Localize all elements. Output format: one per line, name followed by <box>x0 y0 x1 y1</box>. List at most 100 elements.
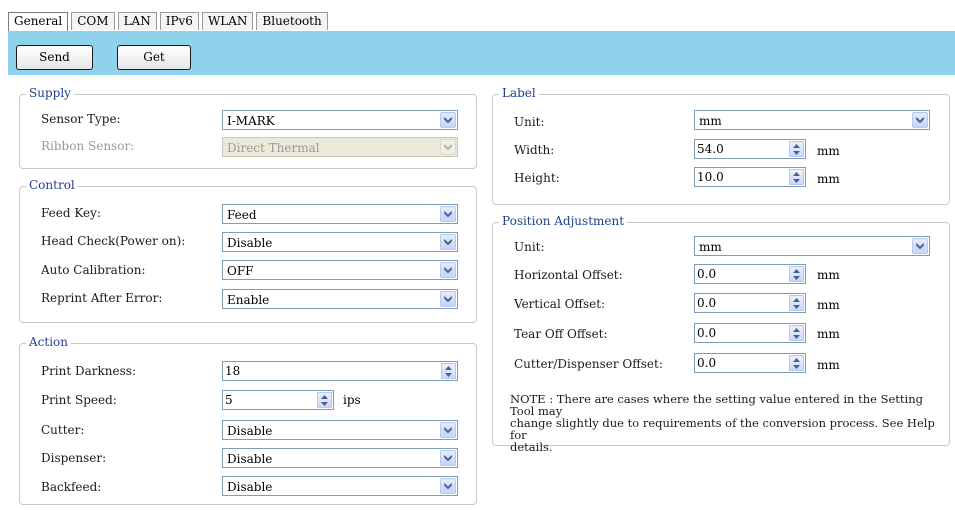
head-check-select[interactable]: Disable <box>222 232 458 252</box>
label-width-stepper[interactable]: 54.0 <box>694 139 806 159</box>
note-line: details. <box>510 440 553 454</box>
chevron-down-icon[interactable] <box>912 112 928 128</box>
reprint-after-error-value: Enable <box>227 293 270 307</box>
sensor-type-label: Sensor Type: <box>41 112 121 126</box>
tab-bluetooth[interactable]: Bluetooth <box>256 12 328 30</box>
print-darkness-stepper[interactable]: 18 <box>222 361 458 381</box>
print-speed-unit: ips <box>343 393 361 407</box>
tab-wlan[interactable]: WLAN <box>201 12 254 30</box>
chevron-down-icon[interactable] <box>440 291 456 307</box>
label-title: Label <box>499 86 539 100</box>
chevron-down-icon[interactable] <box>440 234 456 250</box>
label-height-unit: mm <box>817 172 840 186</box>
cutter-label: Cutter: <box>41 423 85 437</box>
sensor-type-value: I-MARK <box>227 114 275 128</box>
chevron-down-icon <box>440 139 456 155</box>
stepper-arrows-icon[interactable] <box>789 141 804 157</box>
label-height-stepper[interactable]: 10.0 <box>694 167 806 187</box>
print-darkness-label: Print Darkness: <box>41 364 136 378</box>
tear-off-offset-stepper[interactable]: 0.0 <box>694 323 806 343</box>
vertical-offset-value: 0.0 <box>697 296 717 310</box>
cutter-dispenser-offset-label: Cutter/Dispenser Offset: <box>514 357 663 371</box>
horizontal-offset-stepper[interactable]: 0.0 <box>694 264 806 284</box>
chevron-down-icon[interactable] <box>440 478 456 494</box>
sensor-type-select[interactable]: I-MARK <box>222 110 458 130</box>
stepper-arrows-icon[interactable] <box>789 325 804 341</box>
backfeed-value: Disable <box>227 480 273 494</box>
position-unit-value: mm <box>699 240 722 254</box>
stepper-arrows-icon[interactable] <box>789 355 804 371</box>
horizontal-offset-label: Horizontal Offset: <box>514 268 623 282</box>
supply-title: Supply <box>26 86 74 100</box>
note-line: NOTE : There are cases where the setting… <box>510 392 923 418</box>
get-button[interactable]: Get <box>117 45 191 70</box>
stepper-arrows-icon[interactable] <box>789 266 804 282</box>
label-width-unit: mm <box>817 144 840 158</box>
tab-ipv6[interactable]: IPv6 <box>159 12 199 30</box>
chevron-down-icon[interactable] <box>440 450 456 466</box>
stepper-arrows-icon[interactable] <box>789 169 804 185</box>
position-unit-label: Unit: <box>514 240 545 254</box>
print-speed-stepper[interactable]: 5 <box>222 390 334 410</box>
supply-group: Supply <box>19 86 477 169</box>
cutter-dispenser-offset-stepper[interactable]: 0.0 <box>694 353 806 373</box>
action-title: Action <box>26 335 71 349</box>
tab-bar: General COM LAN IPv6 WLAN Bluetooth <box>8 12 331 31</box>
label-height-value: 10.0 <box>697 170 724 184</box>
tab-general[interactable]: General <box>8 12 69 31</box>
auto-calibration-label: Auto Calibration: <box>41 263 146 277</box>
cutter-dispenser-offset-value: 0.0 <box>697 356 717 370</box>
stepper-arrows-icon[interactable] <box>317 392 332 408</box>
conversion-note: NOTE : There are cases where the setting… <box>510 393 940 453</box>
horizontal-offset-value: 0.0 <box>697 267 717 281</box>
send-button[interactable]: Send <box>16 45 93 70</box>
toolbar: Send Get <box>8 31 955 75</box>
horizontal-offset-unit: mm <box>817 268 840 282</box>
chevron-down-icon[interactable] <box>912 238 928 254</box>
label-width-value: 54.0 <box>697 142 724 156</box>
chevron-down-icon[interactable] <box>440 262 456 278</box>
chevron-down-icon[interactable] <box>440 206 456 222</box>
print-speed-label: Print Speed: <box>41 393 117 407</box>
vertical-offset-stepper[interactable]: 0.0 <box>694 293 806 313</box>
vertical-offset-unit: mm <box>817 298 840 312</box>
label-unit-label: Unit: <box>514 115 545 129</box>
reprint-after-error-select[interactable]: Enable <box>222 289 458 309</box>
vertical-offset-label: Vertical Offset: <box>514 297 606 311</box>
tab-lan[interactable]: LAN <box>117 12 157 30</box>
backfeed-select[interactable]: Disable <box>222 476 458 496</box>
chevron-down-icon[interactable] <box>440 422 456 438</box>
label-width-label: Width: <box>514 143 555 157</box>
tear-off-offset-value: 0.0 <box>697 326 717 340</box>
label-unit-value: mm <box>699 114 722 128</box>
print-speed-value: 5 <box>225 393 233 407</box>
auto-calibration-value: OFF <box>227 264 254 278</box>
chevron-down-icon[interactable] <box>440 112 456 128</box>
feed-key-select[interactable]: Feed <box>222 204 458 224</box>
stepper-arrows-icon[interactable] <box>441 363 456 379</box>
ribbon-sensor-value: Direct Thermal <box>227 141 320 155</box>
print-darkness-value: 18 <box>225 364 241 378</box>
dispenser-value: Disable <box>227 452 273 466</box>
dispenser-label: Dispenser: <box>41 451 107 465</box>
note-line: change slightly due to requirements of t… <box>510 416 935 442</box>
head-check-value: Disable <box>227 236 273 250</box>
feed-key-label: Feed Key: <box>41 206 101 220</box>
position-adjustment-title: Position Adjustment <box>499 214 628 228</box>
tear-off-offset-unit: mm <box>817 327 840 341</box>
cutter-dispenser-offset-unit: mm <box>817 358 840 372</box>
position-unit-select[interactable]: mm <box>694 236 930 256</box>
cutter-value: Disable <box>227 424 273 438</box>
backfeed-label: Backfeed: <box>41 480 102 494</box>
auto-calibration-select[interactable]: OFF <box>222 260 458 280</box>
cutter-select[interactable]: Disable <box>222 420 458 440</box>
label-unit-select[interactable]: mm <box>694 110 930 130</box>
tab-com[interactable]: COM <box>71 12 115 30</box>
feed-key-value: Feed <box>227 208 257 222</box>
dispenser-select[interactable]: Disable <box>222 448 458 468</box>
head-check-label: Head Check(Power on): <box>41 234 186 248</box>
control-title: Control <box>26 178 78 192</box>
ribbon-sensor-select: Direct Thermal <box>222 137 458 157</box>
reprint-after-error-label: Reprint After Error: <box>41 291 163 305</box>
stepper-arrows-icon[interactable] <box>789 295 804 311</box>
